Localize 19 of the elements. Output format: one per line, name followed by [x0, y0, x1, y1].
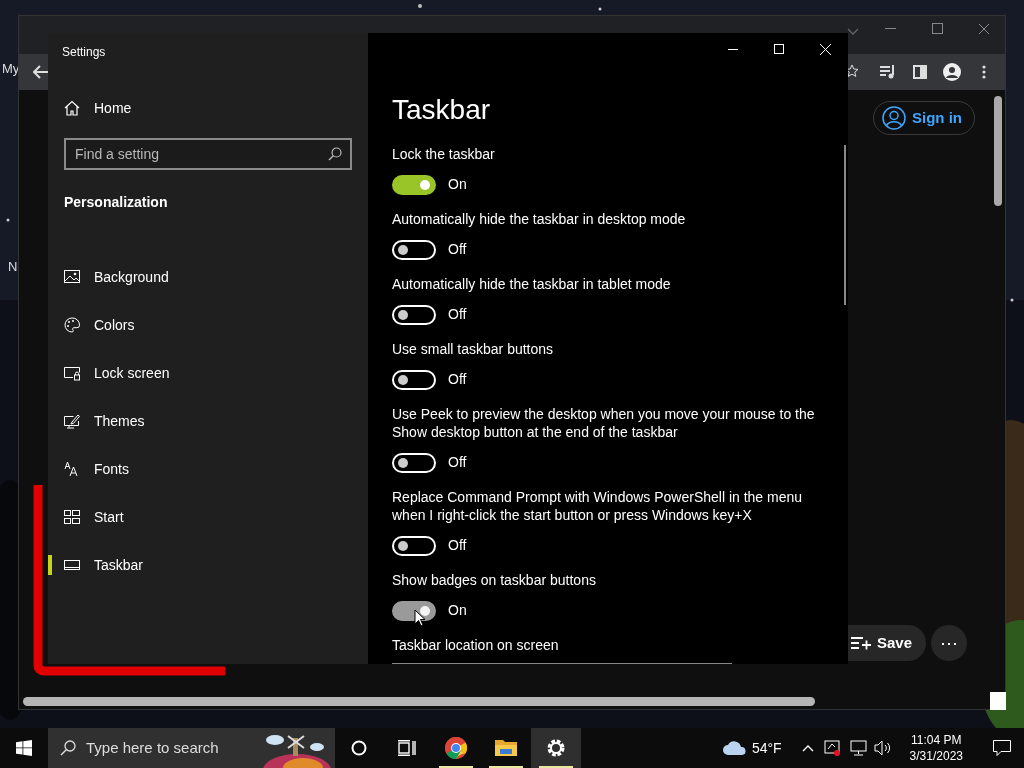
search-icon — [60, 740, 76, 756]
weather-temperature: 54°F — [751, 738, 782, 758]
settings-button[interactable] — [531, 728, 581, 768]
cloud-icon — [721, 740, 748, 756]
chevron-up-icon[interactable] — [801, 744, 814, 752]
network-icon[interactable] — [849, 740, 868, 756]
browser-icon — [445, 737, 467, 759]
clock[interactable]: 11:04 PM 3/31/2023 — [901, 732, 971, 764]
notification-icon[interactable] — [993, 740, 1011, 756]
date-text: 3/31/2023 — [909, 748, 963, 764]
windows-logo-icon — [16, 740, 32, 756]
search-placeholder: Type here to search — [86, 737, 219, 758]
task-view-icon — [398, 740, 416, 756]
gear-icon — [545, 737, 567, 759]
volume-icon[interactable] — [873, 740, 892, 756]
time-text: 11:04 PM — [910, 732, 963, 748]
circle-icon — [351, 740, 367, 756]
folder-icon — [495, 737, 517, 759]
security-icon[interactable] — [823, 740, 842, 756]
